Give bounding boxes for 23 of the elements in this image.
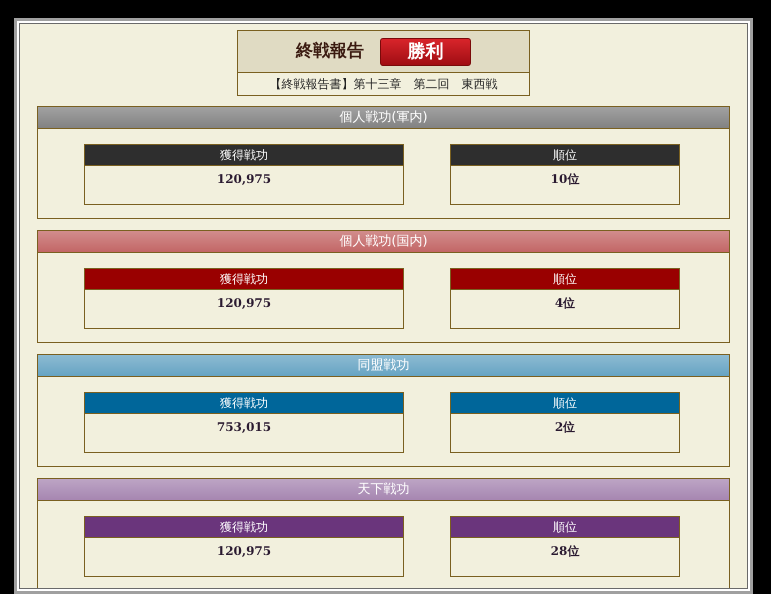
report-title: 終戦報告 (296, 40, 364, 63)
stat-value: 2位 (554, 419, 576, 436)
result-badge: 勝利 (380, 38, 471, 66)
stat-value: 120,975 (216, 171, 272, 188)
stat-header: 獲得戦功 (85, 145, 403, 166)
stat-header: 順位 (451, 145, 679, 166)
section-title: 同盟戦功 (38, 355, 729, 377)
stat-header: 獲得戦功 (85, 269, 403, 290)
section-title: 個人戦功(軍内) (38, 107, 729, 129)
stat-header: 順位 (451, 517, 679, 538)
stat-value: 4位 (554, 295, 576, 312)
stat-value: 120,975 (216, 295, 272, 312)
section-title: 個人戦功(国内) (38, 231, 729, 253)
stat-value: 10位 (550, 171, 580, 188)
stat-value: 28位 (550, 543, 580, 560)
stat-header: 獲得戦功 (85, 517, 403, 538)
report-subtitle: 【終戦報告書】第十三章 第二回 東西戦 (268, 76, 498, 93)
section-title: 天下戦功 (38, 479, 729, 501)
stat-value: 120,975 (216, 543, 272, 560)
stat-header: 順位 (451, 393, 679, 414)
stat-header: 順位 (451, 269, 679, 290)
stat-value: 753,015 (216, 419, 272, 436)
stat-header: 獲得戦功 (85, 393, 403, 414)
